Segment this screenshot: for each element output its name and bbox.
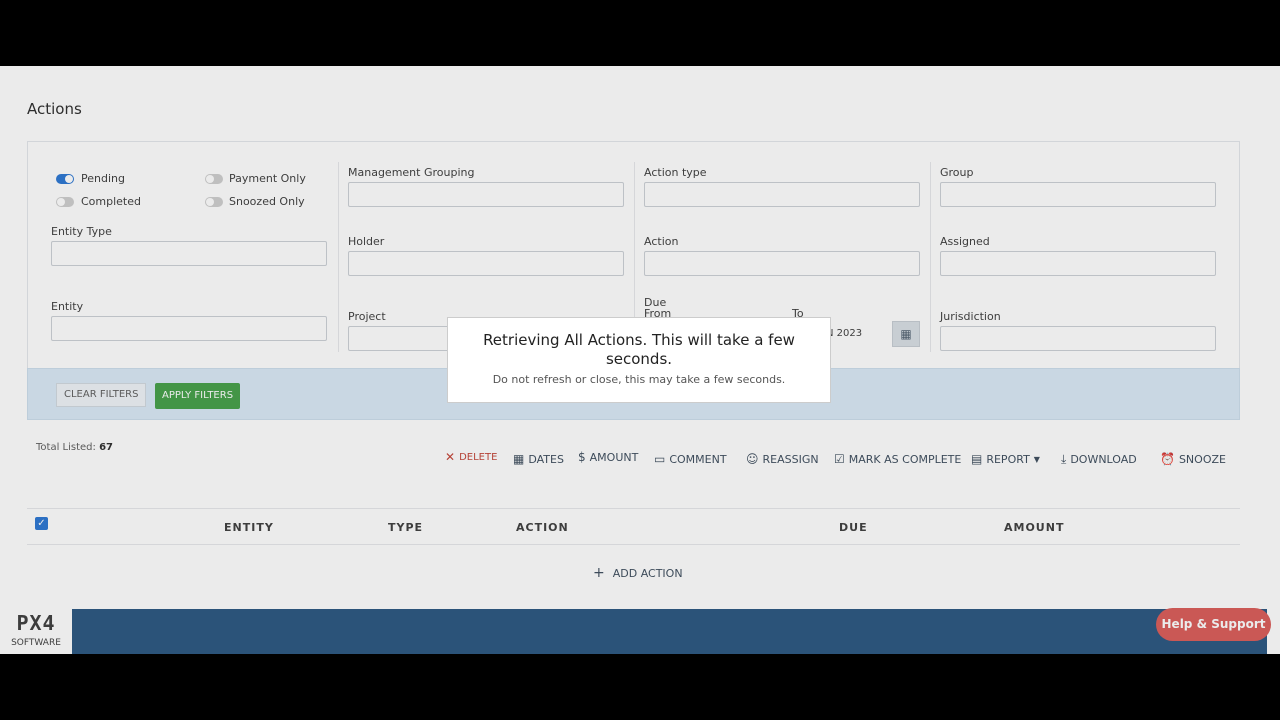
modal-title: Retrieving All Actions. This will take a…: [483, 331, 795, 368]
loading-modal: Retrieving All Actions. This will take a…: [447, 317, 831, 403]
app-viewport: Actions Pending Completed Payment Only S…: [0, 66, 1280, 654]
modal-subtitle: Do not refresh or close, this may take a…: [492, 373, 786, 386]
